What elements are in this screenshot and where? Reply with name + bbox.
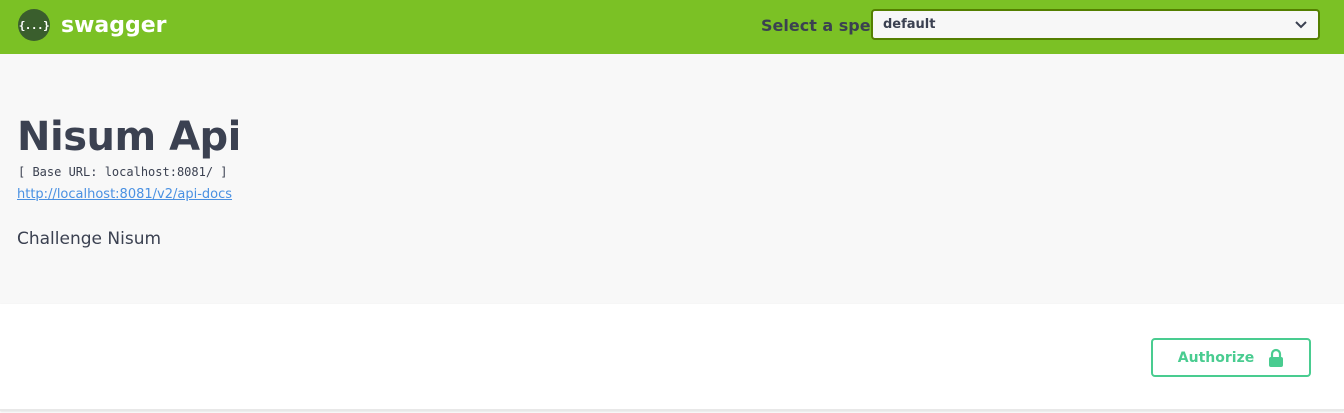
swagger-logo-icon: {...} [18, 9, 50, 41]
lock-icon [1268, 348, 1284, 368]
page-title: Nisum Api [17, 114, 241, 160]
authorize-label: Authorize [1177, 349, 1255, 366]
topbar: {...} swagger Select a spec default [0, 0, 1344, 54]
select-spec-label: Select a spec [761, 16, 881, 35]
base-url: [ Base URL: localhost:8081/ ] [18, 165, 228, 179]
swagger-logo-text: swagger [61, 12, 167, 38]
scheme-container: Authorize [0, 304, 1344, 411]
swagger-logo[interactable]: {...} swagger [18, 9, 167, 41]
spec-select-value: default [883, 17, 936, 32]
info-section: Nisum Api [ Base URL: localhost:8081/ ] … [0, 54, 1344, 304]
authorize-button[interactable]: Authorize [1151, 338, 1311, 377]
api-description: Challenge Nisum [17, 229, 162, 249]
chevron-down-icon [1294, 18, 1308, 32]
spec-select[interactable]: default [871, 9, 1320, 40]
api-docs-link[interactable]: http://localhost:8081/v2/api-docs [17, 187, 232, 202]
